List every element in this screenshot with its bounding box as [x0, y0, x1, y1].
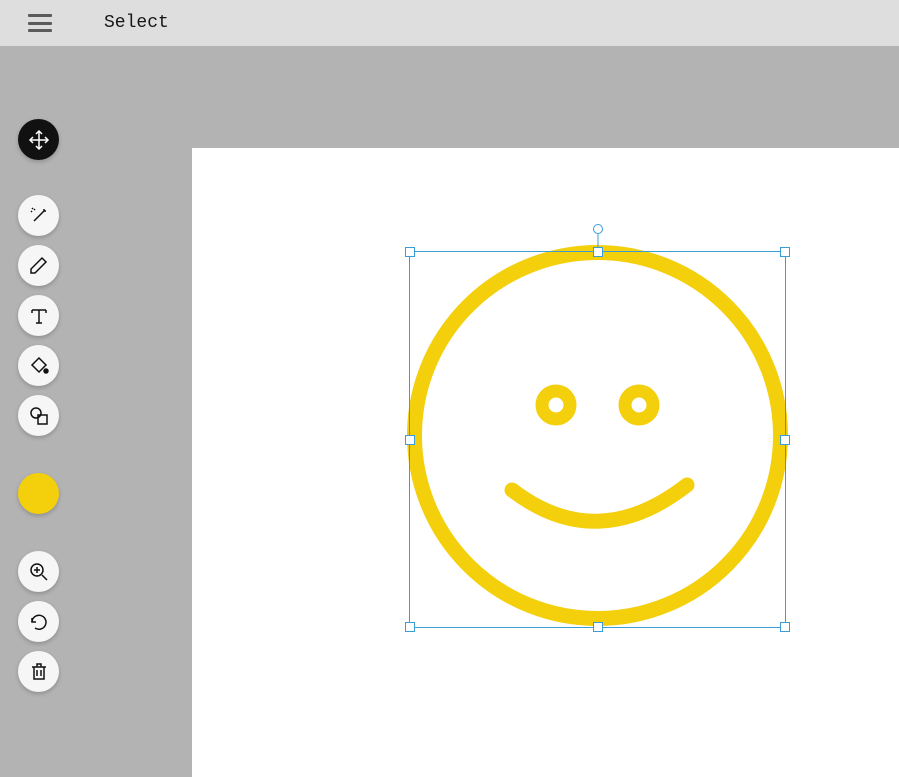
shapes-tool[interactable]	[18, 395, 59, 436]
undo-tool[interactable]	[18, 601, 59, 642]
pen-icon	[27, 254, 51, 278]
text-tool[interactable]	[18, 295, 59, 336]
fill-tool[interactable]	[18, 345, 59, 386]
rotate-handle[interactable]	[593, 224, 603, 234]
resize-handle-bottom-middle[interactable]	[593, 622, 603, 632]
canvas[interactable]	[192, 148, 899, 777]
paint-bucket-icon	[27, 354, 51, 378]
shapes-icon	[27, 404, 51, 428]
magic-wand-tool[interactable]	[18, 195, 59, 236]
text-icon	[27, 304, 51, 328]
resize-handle-top-left[interactable]	[405, 247, 415, 257]
resize-handle-middle-left[interactable]	[405, 435, 415, 445]
resize-handle-middle-right[interactable]	[780, 435, 790, 445]
resize-handle-bottom-left[interactable]	[405, 622, 415, 632]
delete-tool[interactable]	[18, 651, 59, 692]
undo-icon	[27, 610, 51, 634]
trash-icon	[27, 660, 51, 684]
magic-wand-icon	[27, 204, 51, 228]
move-icon	[27, 128, 51, 152]
tool-sidebar	[0, 46, 192, 777]
selection-bounding-box[interactable]	[409, 251, 786, 628]
zoom-tool[interactable]	[18, 551, 59, 592]
tool-name-label: Select	[104, 13, 169, 33]
select-tool[interactable]	[18, 119, 59, 160]
header-bar: Select	[0, 0, 899, 46]
resize-handle-bottom-right[interactable]	[780, 622, 790, 632]
pen-tool[interactable]	[18, 245, 59, 286]
zoom-in-icon	[27, 560, 51, 584]
menu-icon[interactable]	[28, 14, 52, 32]
color-swatch[interactable]	[18, 473, 59, 514]
resize-handle-top-middle[interactable]	[593, 247, 603, 257]
resize-handle-top-right[interactable]	[780, 247, 790, 257]
